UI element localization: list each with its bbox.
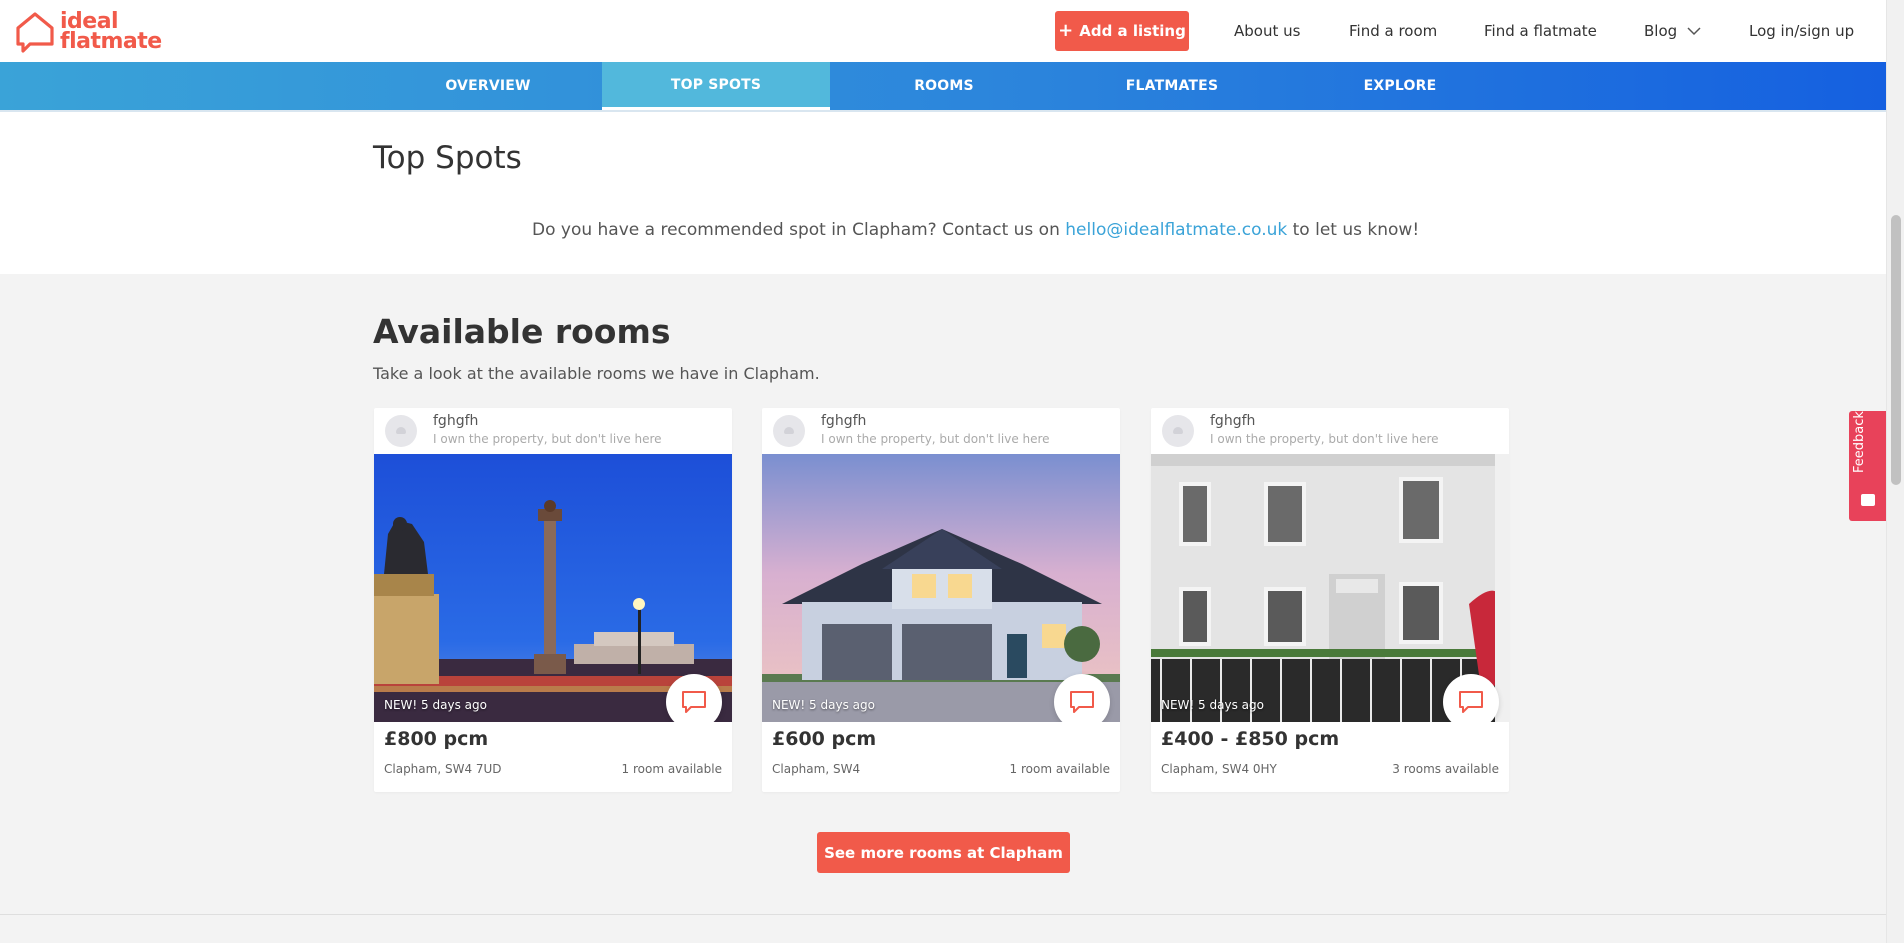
owner-name: fghgfh	[1210, 413, 1256, 429]
message-button[interactable]	[1443, 674, 1499, 722]
card-owner-header: fghgfh I own the property, but don't liv…	[374, 408, 732, 454]
avatar	[385, 415, 417, 447]
new-listing-badge: NEW! 5 days ago	[384, 698, 487, 712]
owner-name: fghgfh	[821, 413, 867, 429]
chat-bubble-icon	[1070, 691, 1094, 713]
chevron-down-icon	[1687, 27, 1701, 36]
feedback-tab[interactable]: Feedback	[1849, 411, 1886, 521]
section-tab-bar: OVERVIEW TOP SPOTS ROOMS FLATMATES EXPLO…	[0, 62, 1886, 110]
smiley-icon	[1861, 494, 1875, 506]
nav-about-us[interactable]: About us	[1234, 11, 1300, 51]
nav-find-flatmate[interactable]: Find a flatmate	[1484, 11, 1597, 51]
room-availability: 3 rooms available	[1392, 762, 1499, 776]
message-button[interactable]	[1054, 674, 1110, 722]
tab-rooms[interactable]: ROOMS	[830, 62, 1058, 110]
brand-logo[interactable]: ideal flatmate	[14, 10, 162, 54]
room-price: £400 - £850 pcm	[1161, 728, 1340, 750]
owner-name: fghgfh	[433, 413, 479, 429]
add-listing-label: Add a listing	[1079, 22, 1186, 40]
tab-top-spots[interactable]: TOP SPOTS	[602, 62, 830, 110]
site-header: ideal flatmate + Add a listing About us …	[0, 0, 1886, 62]
tab-flatmates[interactable]: FLATMATES	[1058, 62, 1286, 110]
room-card[interactable]: fghgfh I own the property, but don't liv…	[1151, 408, 1509, 792]
chat-bubble-icon	[682, 691, 706, 713]
room-card[interactable]: fghgfh I own the property, but don't liv…	[374, 408, 732, 792]
top-spots-text: Do you have a recommended spot in Clapha…	[532, 220, 1419, 240]
feedback-label: Feedback	[1852, 411, 1867, 473]
house-chat-logo-icon	[16, 12, 54, 53]
nav-find-room[interactable]: Find a room	[1349, 11, 1437, 51]
brand-name: ideal flatmate	[60, 11, 162, 54]
available-rooms-title: Available rooms	[373, 312, 671, 351]
top-spots-section: Top Spots Do you have a recommended spot…	[0, 112, 1886, 274]
owner-role: I own the property, but don't live here	[1210, 432, 1439, 446]
card-owner-header: fghgfh I own the property, but don't liv…	[1151, 408, 1509, 454]
plus-icon: +	[1058, 20, 1074, 41]
nav-login-signup[interactable]: Log in/sign up	[1749, 11, 1854, 51]
tab-overview[interactable]: OVERVIEW	[374, 62, 602, 110]
owner-role: I own the property, but don't live here	[433, 432, 662, 446]
top-spots-text-before: Do you have a recommended spot in Clapha…	[532, 220, 1066, 240]
tab-explore[interactable]: EXPLORE	[1286, 62, 1514, 110]
room-photo[interactable]: NEW! 5 days ago	[1151, 454, 1509, 722]
room-availability: 1 room available	[621, 762, 722, 776]
room-availability: 1 room available	[1009, 762, 1110, 776]
top-spots-text-after: to let us know!	[1287, 220, 1420, 240]
avatar	[1162, 415, 1194, 447]
room-price: £800 pcm	[384, 728, 489, 750]
owner-role: I own the property, but don't live here	[821, 432, 1050, 446]
nav-blog-label: Blog	[1644, 22, 1678, 40]
room-card[interactable]: fghgfh I own the property, but don't liv…	[762, 408, 1120, 792]
room-price: £600 pcm	[772, 728, 877, 750]
available-rooms-subtitle: Take a look at the available rooms we ha…	[373, 364, 820, 383]
room-photo[interactable]: NEW! 5 days ago	[762, 454, 1120, 722]
nav-blog[interactable]: Blog	[1644, 11, 1701, 51]
page-scrollbar[interactable]	[1886, 0, 1904, 943]
scrollbar-thumb[interactable]	[1891, 215, 1901, 485]
add-listing-button[interactable]: + Add a listing	[1055, 11, 1189, 51]
room-location: Clapham, SW4	[772, 762, 861, 776]
card-owner-header: fghgfh I own the property, but don't liv…	[762, 408, 1120, 454]
room-photo[interactable]: NEW! 5 days ago	[374, 454, 732, 722]
avatar	[773, 415, 805, 447]
contact-email-link[interactable]: hello@idealflatmate.co.uk	[1065, 220, 1287, 240]
room-location: Clapham, SW4 7UD	[384, 762, 502, 776]
new-listing-badge: NEW! 5 days ago	[1161, 698, 1264, 712]
new-listing-badge: NEW! 5 days ago	[772, 698, 875, 712]
chat-bubble-icon	[1459, 691, 1483, 713]
top-spots-title: Top Spots	[373, 140, 522, 176]
room-location: Clapham, SW4 0HY	[1161, 762, 1277, 776]
section-divider	[0, 914, 1886, 943]
available-rooms-section: Available rooms Take a look at the avail…	[0, 274, 1886, 914]
brand-name-line2: flatmate	[60, 29, 162, 54]
see-more-rooms-button[interactable]: See more rooms at Clapham	[817, 832, 1070, 873]
message-button[interactable]	[666, 674, 722, 722]
